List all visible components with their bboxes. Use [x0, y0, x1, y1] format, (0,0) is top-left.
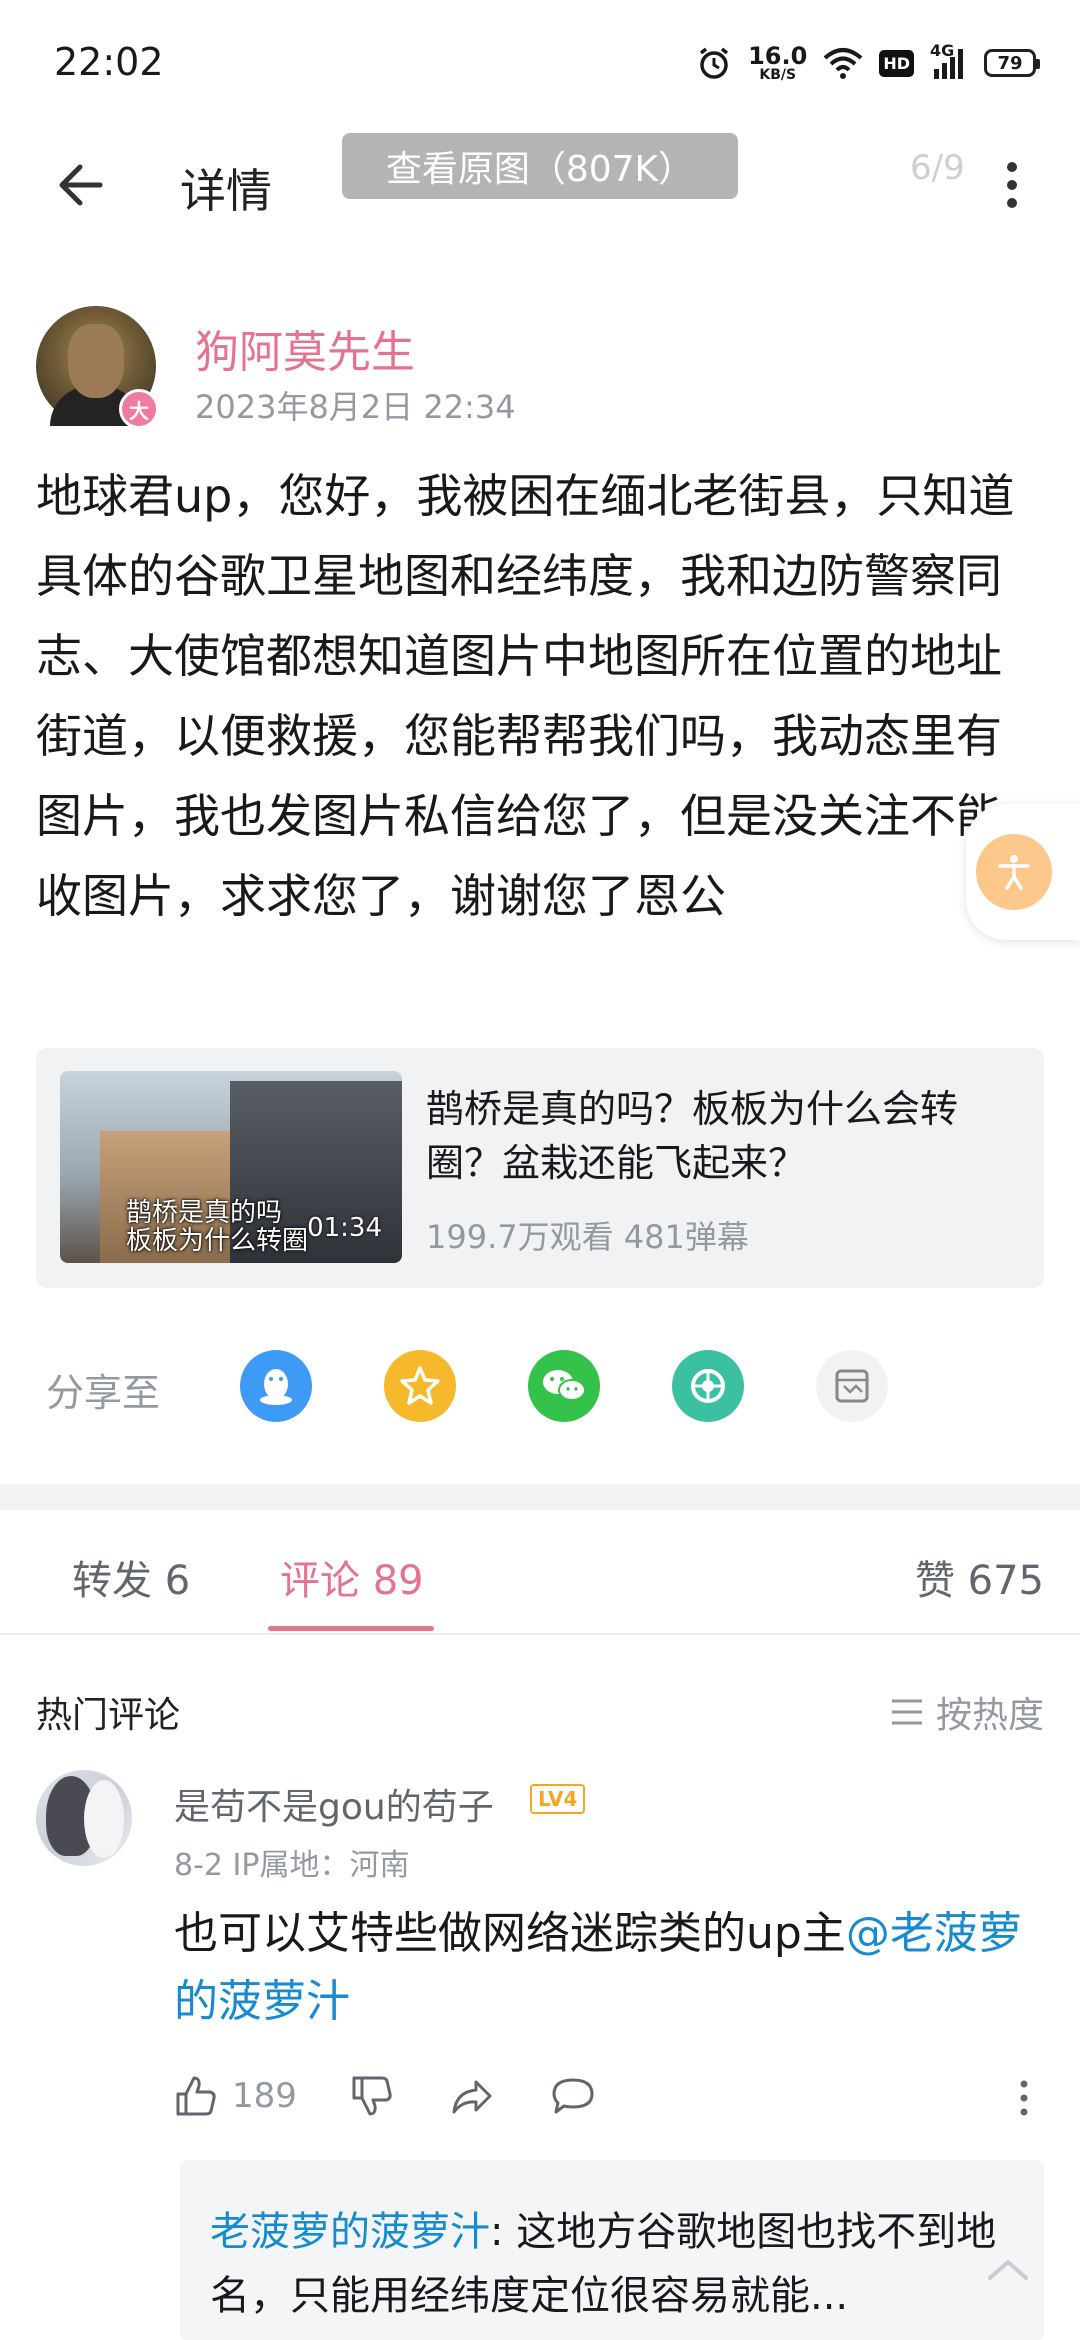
view-original-button[interactable]: 查看原图（807K）: [342, 133, 738, 199]
video-duration: 01:34: [307, 1213, 382, 1243]
post-time: 2023年8月2日 22:34: [195, 388, 516, 426]
image-page-indicator: 6/9: [910, 148, 965, 188]
net-speed: 16.0 KB/S: [748, 42, 808, 83]
sort-button[interactable]: 按热度: [890, 1686, 1044, 1738]
dynamic-icon[interactable]: [816, 1350, 888, 1422]
status-time: 22:02: [54, 40, 164, 84]
share-arrow-icon: [452, 2080, 492, 2114]
author-avatar[interactable]: 大: [36, 306, 159, 429]
dislike-button[interactable]: [350, 2074, 394, 2118]
share-label: 分享至: [46, 1371, 161, 1415]
back-arrow-icon[interactable]: [52, 155, 112, 215]
vip-badge: 大: [119, 389, 159, 429]
thumbnail-caption: 鹊桥是真的吗 板板为什么转圈: [126, 1198, 309, 1256]
video-thumbnail[interactable]: 鹊桥是真的吗 板板为什么转圈 01:34: [60, 1071, 402, 1263]
qzone-icon[interactable]: [384, 1350, 456, 1422]
tab-divider: [0, 1633, 1080, 1635]
tab-forward[interactable]: 转发 6: [72, 1548, 190, 1606]
hd-badge: HD: [879, 49, 914, 77]
wifi-icon: [824, 48, 863, 79]
comment-meta: 8-2 IP属地：河南: [174, 1848, 410, 1883]
comment-actions: 189: [174, 2068, 1044, 2128]
status-icons: 16.0 KB/S HD 4G 79: [696, 41, 1040, 83]
wechat-icon[interactable]: [528, 1350, 600, 1422]
like-count: 189: [232, 2076, 297, 2116]
reply-button[interactable]: [550, 2074, 596, 2118]
author-name[interactable]: 狗阿莫先生: [195, 316, 415, 380]
commenter-name[interactable]: 是苟不是gou的苟子: [174, 1778, 494, 1830]
thumbs-down-icon: [352, 2076, 392, 2116]
post-content: 地球君up，您好，我被困在缅北老街县，只知道具体的谷歌卫星地图和经纬度，我和边防…: [36, 469, 1015, 923]
comment-more-icon[interactable]: [1018, 2078, 1030, 2118]
moments-icon[interactable]: [672, 1350, 744, 1422]
sort-lines-icon: [891, 1699, 922, 1725]
reply-user[interactable]: 老菠萝的菠萝汁: [210, 2209, 490, 2255]
comment-text: 也可以艾特些做网络迷踪类的up主@老菠萝的菠萝汁: [174, 1908, 1022, 2027]
speech-bubble-icon: [552, 2078, 594, 2114]
like-button[interactable]: 189: [174, 2074, 297, 2118]
accessibility-float[interactable]: [966, 804, 1080, 940]
tab-comments[interactable]: 评论 89: [280, 1548, 424, 1606]
page-title: 详情: [180, 164, 272, 218]
status-bar: 22:02 16.0 KB/S HD 4G 79: [0, 0, 1080, 130]
video-title: 鹊桥是真的吗？板板为什么会转圈？盆栽还能飞起来？: [426, 1087, 959, 1185]
reply-text: 老菠萝的菠萝汁: 这地方谷歌地图也找不到地名，只能用经纬度定位很容易就能...: [210, 2209, 997, 2319]
reply-preview[interactable]: 老菠萝的菠萝汁: 这地方谷歌地图也找不到地名，只能用经纬度定位很容易就能...: [180, 2160, 1044, 2340]
alarm-icon: [700, 47, 729, 79]
level-badge: LV4: [530, 1784, 586, 1814]
linked-video-card[interactable]: 鹊桥是真的吗 板板为什么转圈 01:34 鹊桥是真的吗？板板为什么会转圈？盆栽还…: [36, 1048, 1044, 1288]
chevron-up-icon[interactable]: [978, 2248, 1038, 2288]
battery-icon: 79: [984, 49, 1040, 77]
tab-likes[interactable]: 赞 675: [915, 1548, 1044, 1606]
share-comment-button[interactable]: [450, 2074, 494, 2118]
hot-comments-label: 热门评论: [36, 1695, 181, 1736]
video-stats: 199.7万观看 481弹幕: [426, 1218, 749, 1256]
accessibility-icon[interactable]: [976, 834, 1052, 910]
qq-icon[interactable]: [240, 1350, 312, 1422]
section-divider: [0, 1484, 1080, 1510]
top-nav: 详情 查看原图（807K） 6/9: [0, 130, 1080, 250]
signal-icon: 4G: [930, 41, 968, 81]
thumbs-up-icon: [176, 2076, 216, 2116]
more-vertical-icon[interactable]: [1000, 155, 1024, 215]
active-tab-indicator: [268, 1626, 434, 1631]
commenter-avatar[interactable]: [36, 1770, 132, 1866]
